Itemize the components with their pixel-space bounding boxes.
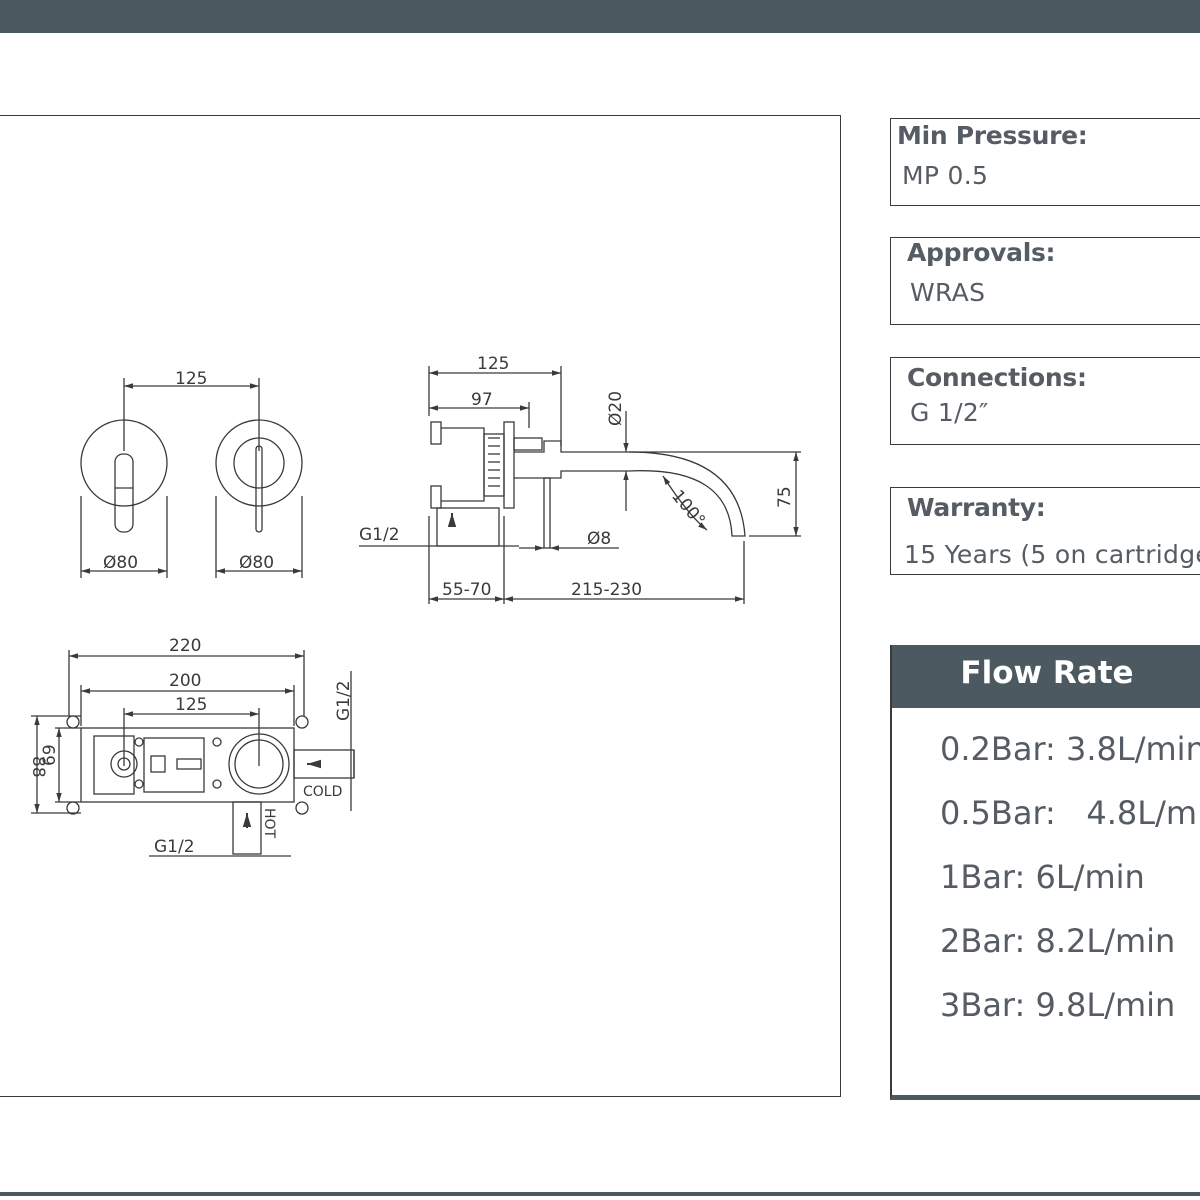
flow-rate-row: 0.2Bar: 3.8L/min: [940, 730, 1200, 768]
spout-angle-label: 100°: [667, 486, 709, 530]
front-view: 125 Ø80 Ø80: [80, 369, 303, 578]
box-height-inner-label: 69: [40, 744, 60, 766]
spout-reach-label: 215-230: [571, 580, 642, 600]
min-pressure-value: MP 0.5: [902, 161, 989, 190]
flow-rate-list: 0.2Bar: 3.8L/min 0.5Bar: 4.8L/min 1Bar: …: [940, 730, 1200, 1050]
box-inlet-top-label: G1/2: [334, 680, 354, 721]
box-view: 220 200 125 COLD HOT G1/2 G1/2 88 69: [28, 636, 355, 857]
flow-rate-row: 2Bar: 8.2L/min: [940, 922, 1176, 960]
technical-drawing: 125 Ø80 Ø80 125 97 Ø20 75 100° G1/2 Ø8 5…: [28, 354, 801, 857]
flow-rate-panel: Flow Rate 0.2Bar: 3.8L/min 0.5Bar: 4.8L/…: [890, 645, 1200, 1100]
min-pressure-label: Min Pressure:: [897, 121, 1088, 150]
flow-rate-title: Flow Rate: [960, 655, 1134, 691]
top-banner: [0, 0, 1200, 33]
warranty-label: Warranty:: [907, 493, 1046, 522]
lever-diameter-label: Ø8: [587, 529, 611, 549]
side-inlet-label: G1/2: [359, 525, 400, 545]
approvals-box: Approvals: WRAS: [890, 237, 1200, 325]
spout-diameter-label: Ø20: [606, 391, 626, 426]
flow-rate-row: 1Bar: 6L/min: [940, 858, 1145, 896]
connections-value: G 1/2″: [910, 398, 989, 427]
side-depth-total-label: 125: [477, 354, 509, 374]
approvals-value: WRAS: [910, 278, 986, 307]
left-rose-diameter-label: Ø80: [103, 553, 138, 573]
flow-rate-row: 3Bar: 9.8L/min: [940, 986, 1176, 1024]
approvals-label: Approvals:: [907, 238, 1056, 267]
box-inlet-bottom-label: G1/2: [154, 837, 195, 857]
flow-rate-header: Flow Rate: [892, 645, 1200, 708]
connections-label: Connections:: [907, 363, 1087, 392]
warranty-box: Warranty: 15 Years (5 on cartridges): [890, 487, 1200, 575]
side-depth-body-label: 97: [471, 390, 493, 410]
box-width-inner-label: 200: [169, 671, 201, 691]
box-centres-label: 125: [175, 695, 207, 715]
technical-drawing-frame: 125 Ø80 Ø80 125 97 Ø20 75 100° G1/2 Ø8 5…: [0, 115, 841, 1097]
box-width-outer-label: 220: [169, 636, 201, 656]
wall-range-label: 55-70: [442, 580, 491, 600]
hot-label: HOT: [261, 808, 277, 839]
connections-box: Connections: G 1/2″: [890, 357, 1200, 445]
bottom-rule: [0, 1192, 1200, 1196]
right-rose-diameter-label: Ø80: [239, 553, 274, 573]
flow-rate-row: 0.5Bar: 4.8L/min: [940, 794, 1200, 832]
min-pressure-box: Min Pressure: MP 0.5: [890, 118, 1200, 206]
warranty-value: 15 Years (5 on cartridges): [904, 540, 1200, 569]
side-view: 125 97 Ø20 75 100° G1/2 Ø8 55-70 215-230: [359, 354, 801, 604]
spout-height-label: 75: [775, 486, 795, 508]
front-spacing-label: 125: [175, 369, 207, 389]
cold-label: COLD: [303, 784, 342, 800]
